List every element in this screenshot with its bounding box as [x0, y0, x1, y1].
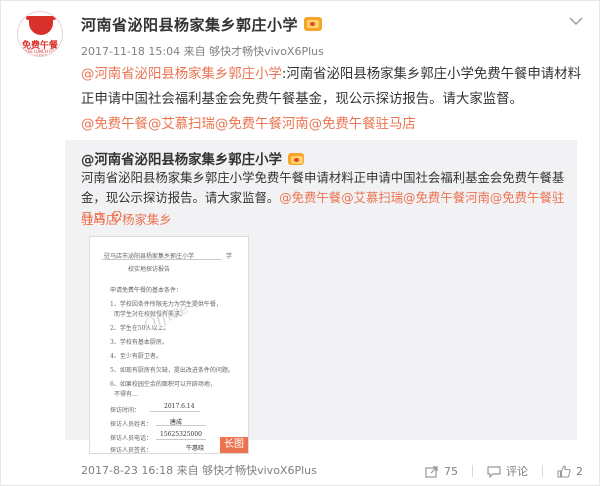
share-count: 75 — [444, 464, 458, 478]
long-image-badge: 长图 — [220, 437, 248, 453]
doc-phone-value: 15625325000 — [160, 431, 202, 438]
repost-source: 来自 够快才畅快vivoX6Plus — [176, 464, 317, 477]
doc-rule — [102, 259, 222, 260]
share-icon — [425, 465, 438, 478]
bowl-shape — [29, 17, 53, 35]
doc-rule — [156, 439, 206, 440]
doc-item: 5、如现有厨房有欠缺，提出改进条件的问题。 — [110, 367, 234, 374]
doc-visitor-label: 探访人员姓名： — [110, 421, 153, 428]
like-button[interactable]: 2 — [557, 465, 583, 478]
doc-item: 3、学校有基本厨房。 — [110, 339, 168, 346]
tag-link[interactable]: @免费午餐 — [81, 117, 148, 132]
avatar-logo-subtext: FREE LUNCH FOR CHILDREN — [22, 49, 58, 57]
divider — [472, 465, 473, 477]
doc-date-value: 2017.6.14 — [164, 403, 195, 410]
doc-rule — [150, 411, 200, 412]
action-bar: 75 评论 2 — [425, 463, 583, 479]
doc-sign-label: 探访人员签名： — [110, 447, 153, 454]
tag-link[interactable]: @免费午餐河南 — [403, 190, 490, 205]
repost-author[interactable]: @河南省泌阳县杨家集乡郭庄小学 — [81, 148, 304, 168]
divider — [542, 465, 543, 477]
chevron-down-icon[interactable] — [569, 11, 583, 25]
avatar[interactable]: 免费午餐 FREE LUNCH FOR CHILDREN — [17, 11, 63, 57]
doc-phone-label: 探访人员电话： — [110, 435, 153, 442]
post-source: 来自 够快才畅快vivoX6Plus — [183, 45, 324, 58]
location-link[interactable]: 驻马店·杨家集乡 — [81, 210, 172, 230]
comment-button[interactable]: 评论 — [487, 463, 528, 479]
comment-icon — [487, 465, 501, 478]
post-text: @河南省泌阳县杨家集乡郭庄小学:河南省泌阳县杨家集乡郭庄小学免费午餐申请材料正申… — [81, 62, 581, 137]
doc-heading: 申请免费午餐的基本条件： — [110, 287, 183, 294]
tag-link[interactable]: @免费午餐驻马店 — [309, 117, 416, 132]
repost-author-name[interactable]: @河南省泌阳县杨家集乡郭庄小学 — [81, 153, 282, 168]
thumbs-up-icon — [557, 464, 571, 478]
doc-subtitle: 校实地探访报告 — [128, 266, 171, 273]
doc-item: 不得有… — [114, 391, 139, 398]
share-button[interactable]: 75 — [425, 465, 458, 478]
doc-date-label: 探访时间： — [110, 407, 141, 414]
tag-link[interactable]: @免费午餐 — [279, 190, 341, 205]
member-badge-icon[interactable] — [287, 153, 304, 165]
tag-link[interactable]: @艾慕扫瑞 — [341, 190, 403, 205]
doc-item: 6、如果校园空余的面积可以开辟场地， — [110, 381, 216, 388]
repost-meta: 2017-8-23 16:18 来自 够快才畅快vivoX6Plus — [81, 462, 317, 478]
tag-link[interactable]: @艾慕扫瑞 — [148, 117, 215, 132]
mention-link[interactable]: @河南省泌阳县杨家集乡郭庄小学 — [81, 67, 282, 82]
member-badge-icon[interactable] — [304, 17, 323, 31]
report-image[interactable]: 驻马店市泌阳县杨家集乡郭庄小学 学 校实地探访报告 申请免费午餐的基本条件： 1… — [89, 236, 249, 454]
post-meta: 2017-11-18 15:04 来自 够快才畅快vivoX6Plus — [81, 43, 324, 59]
repost-timestamp[interactable]: 2017-8-23 16:18 — [81, 464, 173, 477]
reposted-card: @河南省泌阳县杨家集乡郭庄小学 河南省泌阳县杨家集乡郭庄小学免费午餐申请材料正申… — [65, 140, 577, 477]
comment-label: 评论 — [506, 465, 528, 478]
tag-link[interactable]: @免费午餐河南 — [215, 117, 309, 132]
post-timestamp[interactable]: 2017-11-18 15:04 — [81, 45, 180, 58]
doc-sign-value: 牛惠晓 — [186, 445, 205, 452]
post-author[interactable]: 河南省泌阳县杨家集乡郭庄小学 — [81, 14, 323, 35]
doc-title-tail: 学 — [226, 253, 233, 260]
weibo-card: 免费午餐 FREE LUNCH FOR CHILDREN 河南省泌阳县杨家集乡郭… — [0, 0, 600, 486]
doc-item: 4、至少有厨卫者。 — [110, 353, 162, 360]
like-count: 2 — [576, 464, 583, 478]
post-author-name[interactable]: 河南省泌阳县杨家集乡郭庄小学 — [81, 16, 298, 34]
doc-rule — [156, 425, 206, 426]
